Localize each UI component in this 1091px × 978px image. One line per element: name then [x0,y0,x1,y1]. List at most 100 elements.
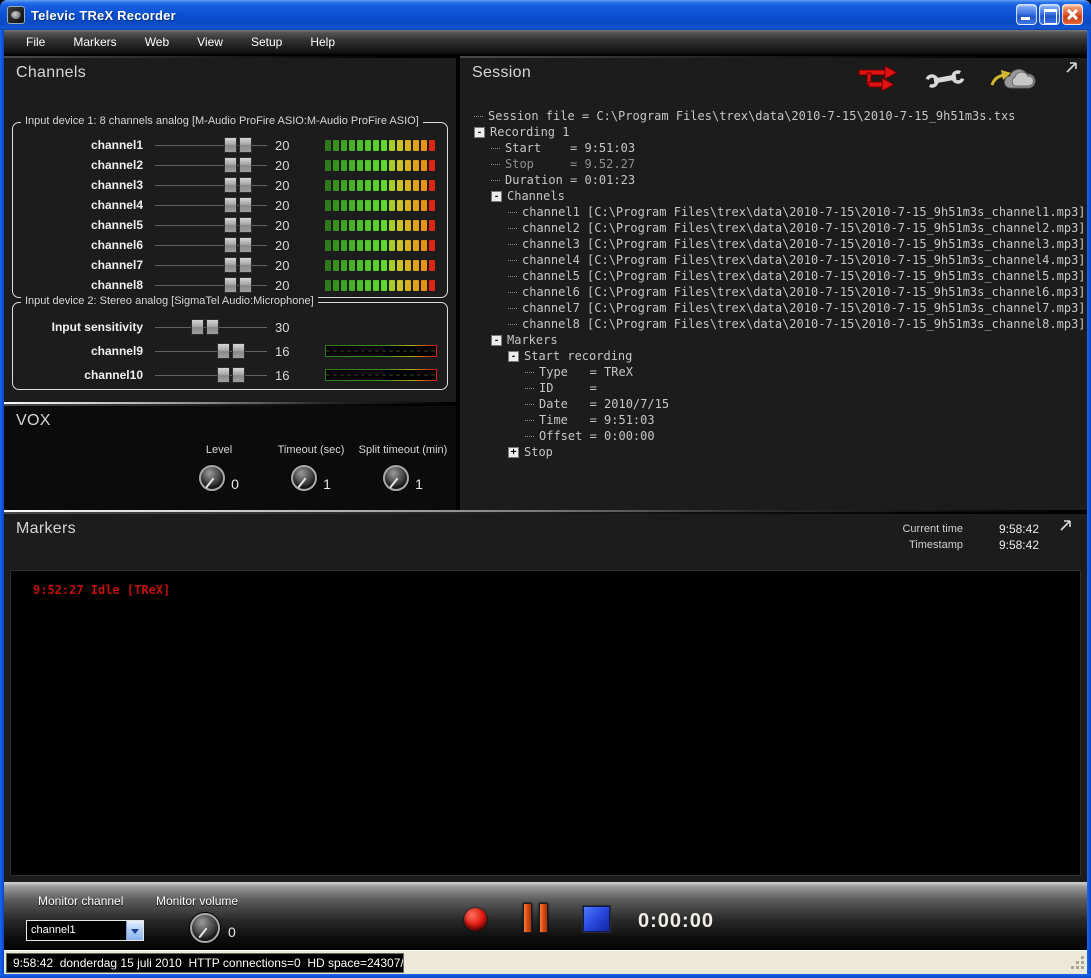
title-bar[interactable]: Televic TReX Recorder [0,0,1091,30]
tree-expander-minus[interactable]: - [474,127,485,138]
wrench-icon[interactable] [925,66,965,92]
slider-thumb-left[interactable] [224,137,237,153]
split-session-icon[interactable] [855,64,901,94]
channel-slider[interactable] [155,176,267,194]
slider-thumb-right[interactable] [232,343,245,359]
tree-expander-plus[interactable]: + [508,447,519,458]
menu-item-web[interactable]: Web [131,30,183,54]
slider-thumb-left[interactable] [224,197,237,213]
slider-thumb[interactable] [224,257,252,273]
menu-item-help[interactable]: Help [296,30,349,54]
tree-item[interactable]: Start = 9:51:03 [470,140,1081,156]
slider-thumb-left[interactable] [224,257,237,273]
menu-item-setup[interactable]: Setup [237,30,296,54]
tree-item[interactable]: +Stop [470,444,1081,460]
knob-pointer [390,478,399,489]
slider-thumb-right[interactable] [239,157,252,173]
slider-thumb-right[interactable] [239,237,252,253]
slider-thumb-right[interactable] [239,277,252,293]
vu-segment [365,180,371,191]
tree-item[interactable]: -Channels [470,188,1081,204]
slider-thumb-left[interactable] [217,343,230,359]
tree-expander-minus[interactable]: - [491,191,502,202]
slider-thumb-left[interactable] [224,237,237,253]
expand-session-icon[interactable] [1064,60,1079,75]
cloud-upload-icon[interactable] [989,64,1041,94]
tree-item[interactable]: Offset = 0:00:00 [470,428,1081,444]
slider-thumb[interactable] [217,343,245,359]
slider-thumb-right[interactable] [232,367,245,383]
tree-item[interactable]: -Recording 1 [470,124,1081,140]
slider-thumb[interactable] [217,367,245,383]
maximize-button[interactable] [1039,4,1060,25]
slider-thumb[interactable] [224,157,252,173]
slider-thumb[interactable] [224,177,252,193]
vox-split-timeout-knob[interactable] [383,465,409,491]
slider-thumb-right[interactable] [239,257,252,273]
marker-log-area[interactable]: 9:52:27 Idle [TReX] [10,570,1081,876]
tree-expander-minus[interactable]: - [491,335,502,346]
vu-segment [421,240,427,251]
channel-slider[interactable] [155,136,267,154]
channel-slider[interactable] [155,366,267,384]
tree-item[interactable]: channel1 [C:\Program Files\trex\data\201… [470,204,1081,220]
slider-thumb[interactable] [191,319,219,335]
tree-item[interactable]: Session file = C:\Program Files\trex\dat… [470,108,1081,124]
vox-timeout-knob[interactable] [291,465,317,491]
minimize-button[interactable] [1016,4,1037,25]
slider-thumb[interactable] [224,197,252,213]
slider-thumb-right[interactable] [239,177,252,193]
channel-slider[interactable] [155,276,267,294]
menu-item-view[interactable]: View [183,30,237,54]
tree-item[interactable]: channel2 [C:\Program Files\trex\data\201… [470,220,1081,236]
slider-thumb-left[interactable] [224,157,237,173]
slider-thumb-left[interactable] [217,367,230,383]
resize-grip[interactable] [1071,956,1084,969]
slider-thumb[interactable] [224,237,252,253]
slider-thumb[interactable] [224,217,252,233]
menu-item-markers[interactable]: Markers [59,30,130,54]
stop-button[interactable] [583,906,610,932]
vox-level-knob[interactable] [199,465,225,491]
channel-slider[interactable] [155,236,267,254]
slider-thumb-left[interactable] [224,217,237,233]
monitor-volume-knob[interactable] [190,913,220,943]
slider-thumb-right[interactable] [239,137,252,153]
monitor-channel-select[interactable]: channel1 [26,920,144,941]
tree-item[interactable]: Stop = 9.52.27 [470,156,1081,172]
tree-item[interactable]: ID = [470,380,1081,396]
record-button[interactable] [464,908,487,931]
tree-item[interactable]: channel8 [C:\Program Files\trex\data\201… [470,316,1081,332]
slider-thumb-left[interactable] [224,177,237,193]
tree-item[interactable]: Duration = 0:01:23 [470,172,1081,188]
channel-slider[interactable] [155,196,267,214]
expand-markers-icon[interactable] [1058,518,1073,533]
channel-slider[interactable] [155,256,267,274]
tree-expander-minus[interactable]: - [508,351,519,362]
slider-thumb-right[interactable] [239,197,252,213]
tree-item[interactable]: Time = 9:51:03 [470,412,1081,428]
channel-slider[interactable] [155,216,267,234]
tree-item[interactable]: Type = TReX [470,364,1081,380]
tree-item[interactable]: channel5 [C:\Program Files\trex\data\201… [470,268,1081,284]
slider-thumb[interactable] [224,137,252,153]
close-button[interactable] [1062,4,1083,25]
slider-thumb-right[interactable] [206,319,219,335]
channel-slider[interactable] [155,318,267,336]
tree-item[interactable]: -Markers [470,332,1081,348]
slider-thumb-left[interactable] [224,277,237,293]
tree-item[interactable]: channel4 [C:\Program Files\trex\data\201… [470,252,1081,268]
tree-item[interactable]: channel7 [C:\Program Files\trex\data\201… [470,300,1081,316]
slider-thumb[interactable] [224,277,252,293]
tree-item[interactable]: channel6 [C:\Program Files\trex\data\201… [470,284,1081,300]
tree-item[interactable]: Date = 2010/7/15 [470,396,1081,412]
tree-item[interactable]: -Start recording [470,348,1081,364]
channel-slider[interactable] [155,156,267,174]
pause-button[interactable] [523,903,548,933]
combo-dropdown-button[interactable] [126,921,143,940]
tree-item[interactable]: channel3 [C:\Program Files\trex\data\201… [470,236,1081,252]
channel-slider[interactable] [155,342,267,360]
slider-thumb-left[interactable] [191,319,204,335]
slider-thumb-right[interactable] [239,217,252,233]
menu-item-file[interactable]: File [12,30,59,54]
